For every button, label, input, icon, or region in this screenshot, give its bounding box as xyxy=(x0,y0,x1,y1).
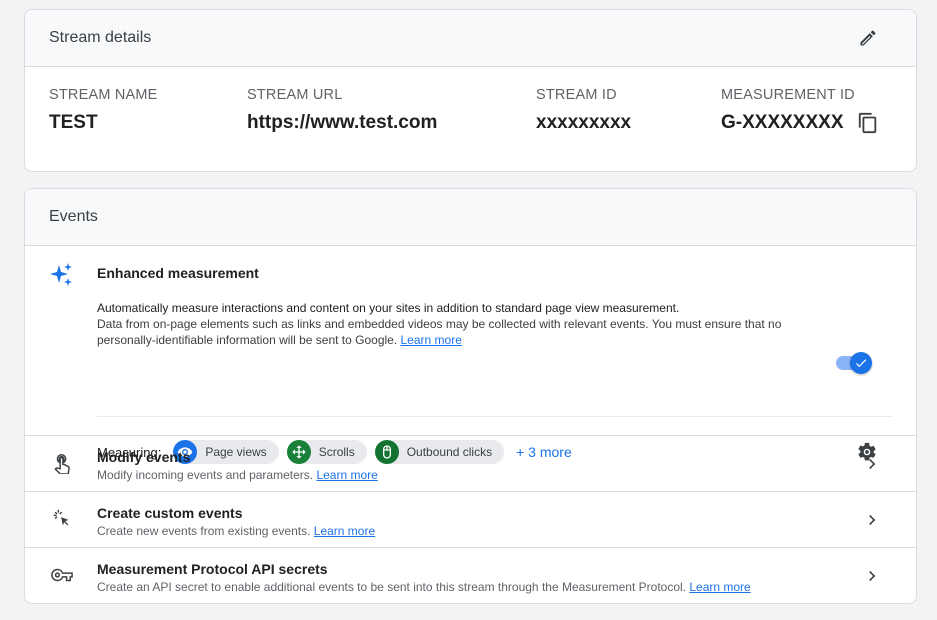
create-custom-events-learn-more[interactable]: Learn more xyxy=(314,524,375,538)
row-desc-text: Create new events from existing events. xyxy=(97,524,314,538)
chevron-right-icon xyxy=(862,454,882,474)
stream-id-value: xxxxxxxxx xyxy=(536,112,632,133)
create-custom-events-desc: Create new events from existing events. … xyxy=(97,524,375,538)
field-measurement-id: MEASUREMENT ID G-XXXXXXXX xyxy=(721,87,879,134)
stream-name-label: STREAM NAME xyxy=(49,87,158,103)
enhanced-learn-more-link[interactable]: Learn more xyxy=(401,333,462,347)
stream-id-label: STREAM ID xyxy=(536,87,617,103)
field-stream-name: STREAM NAME TEST xyxy=(49,87,158,134)
measurement-id-value: G-XXXXXXXX xyxy=(721,112,844,133)
stream-details-card: Stream details STREAM NAME TEST STREAM U… xyxy=(24,9,917,172)
divider xyxy=(97,416,892,417)
cursor-click-icon xyxy=(51,508,75,532)
events-title: Events xyxy=(49,208,98,225)
enhanced-measurement-title: Enhanced measurement xyxy=(97,265,259,281)
stream-name-value: TEST xyxy=(49,112,98,133)
pencil-icon[interactable] xyxy=(856,26,880,50)
measurement-protocol-title: Measurement Protocol API secrets xyxy=(97,561,328,577)
field-stream-url: STREAM URL https://www.test.com xyxy=(247,87,437,134)
row-desc-text: Modify incoming events and parameters. xyxy=(97,468,317,482)
modify-events-title: Modify events xyxy=(97,449,191,465)
stream-url-label: STREAM URL xyxy=(247,87,343,103)
measurement-protocol-desc: Create an API secret to enable additiona… xyxy=(97,580,751,594)
stream-url-value: https://www.test.com xyxy=(247,112,438,133)
measurement-id-label: MEASUREMENT ID xyxy=(721,87,855,103)
enhanced-measurement-section: Enhanced measurement Automatically measu… xyxy=(25,246,916,464)
stream-details-header: Stream details xyxy=(25,10,916,67)
copy-icon[interactable] xyxy=(857,112,879,134)
events-header: Events xyxy=(25,189,916,246)
modify-events-learn-more[interactable]: Learn more xyxy=(316,468,377,482)
check-icon xyxy=(850,352,872,374)
events-card: Events Enhanced measurement Automaticall… xyxy=(24,188,917,604)
row-measurement-protocol[interactable]: Measurement Protocol API secrets Create … xyxy=(25,548,916,603)
create-custom-events-title: Create custom events xyxy=(97,505,243,521)
measurement-protocol-learn-more[interactable]: Learn more xyxy=(689,580,750,594)
enhanced-measurement-description: Automatically measure interactions and c… xyxy=(97,300,827,348)
row-modify-events[interactable]: Modify events Modify incoming events and… xyxy=(25,436,916,492)
key-icon xyxy=(51,564,75,588)
chevron-right-icon xyxy=(862,510,882,530)
row-desc-text: Create an API secret to enable additiona… xyxy=(97,580,690,594)
stream-details-title: Stream details xyxy=(49,29,152,46)
modify-events-desc: Modify incoming events and parameters. L… xyxy=(97,468,378,482)
touch-icon xyxy=(51,452,75,476)
enhanced-measurement-toggle[interactable] xyxy=(836,352,872,374)
chevron-right-icon xyxy=(862,566,882,586)
enhanced-desc-line1: Automatically measure interactions and c… xyxy=(97,301,680,315)
sparkle-icon xyxy=(49,262,75,293)
row-create-custom-events[interactable]: Create custom events Create new events f… xyxy=(25,492,916,548)
field-stream-id: STREAM ID xxxxxxxxx xyxy=(536,87,631,134)
